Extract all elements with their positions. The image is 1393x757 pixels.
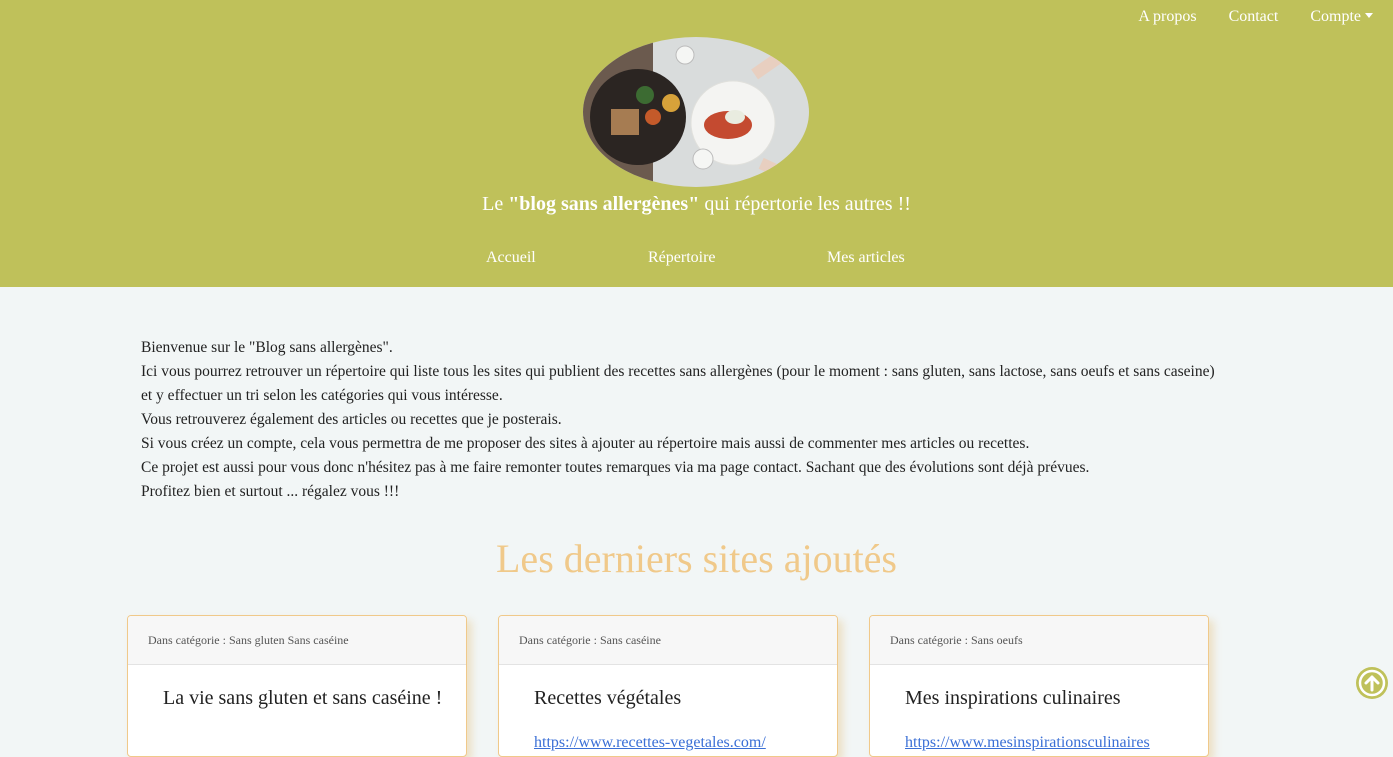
site-card[interactable]: Dans catégorie : Sans caséine Recettes v… [498,615,838,757]
card-title: Recettes végétales [534,687,682,709]
site-header: A propos Contact Compte Le "blog sans al… [0,0,1393,287]
card-title: Mes inspirations culinaires [905,687,1121,709]
arrow-up-circle-icon [1358,669,1386,697]
card-link[interactable]: https://www.mesinspirationsculinaires [905,734,1150,752]
site-card[interactable]: Dans catégorie : Sans oeufs Mes inspirat… [869,615,1209,757]
hero-image [583,37,809,187]
nav-articles-link[interactable]: Mes articles [827,248,905,268]
nav-account-label: Compte [1310,8,1361,25]
card-category: Dans catégorie : Sans caséine [499,616,837,665]
card-link[interactable]: https://www.recettes-vegetales.com/ [534,734,766,752]
card-category: Dans catégorie : Sans gluten Sans caséin… [128,616,466,665]
intro-line: et y effectuer un tri selon les catégori… [141,387,503,404]
tagline-prefix: Le [482,193,509,215]
tagline-bold: "blog sans allergènes" [508,193,700,215]
nav-directory-link[interactable]: Répertoire [648,248,716,268]
intro-line: Bienvenue sur le "Blog sans allergènes". [141,339,393,356]
intro-line: Vous retrouverez également des articles … [141,411,562,428]
nav-contact-link[interactable]: Contact [1229,7,1279,27]
site-tagline: Le "blog sans allergènes" qui répertorie… [0,192,1393,216]
scroll-to-top-button[interactable] [1356,667,1388,699]
tagline-suffix: qui répertorie les autres !! [699,193,911,215]
section-title: Les derniers sites ajoutés [496,536,897,581]
intro-line: Profitez bien et surtout ... régalez vou… [141,483,400,500]
intro-line: Ici vous pourrez retrouver un répertoire… [141,363,1215,380]
intro-line: Si vous créez un compte, cela vous perme… [141,435,1030,452]
card-title: La vie sans gluten et sans caséine ! [163,687,443,709]
card-category: Dans catégorie : Sans oeufs [870,616,1208,665]
food-table-photo-icon [583,37,809,187]
nav-home-link[interactable]: Accueil [486,248,536,268]
intro-line: Ce projet est aussi pour vous donc n'hés… [141,459,1090,476]
top-nav: A propos Contact Compte [1138,7,1373,27]
site-card[interactable]: Dans catégorie : Sans gluten Sans caséin… [127,615,467,757]
caret-down-icon [1365,13,1373,18]
intro-text: Bienvenue sur le "Blog sans allergènes".… [141,336,1271,504]
nav-about-link[interactable]: A propos [1138,7,1196,27]
nav-account-dropdown[interactable]: Compte [1310,7,1373,27]
